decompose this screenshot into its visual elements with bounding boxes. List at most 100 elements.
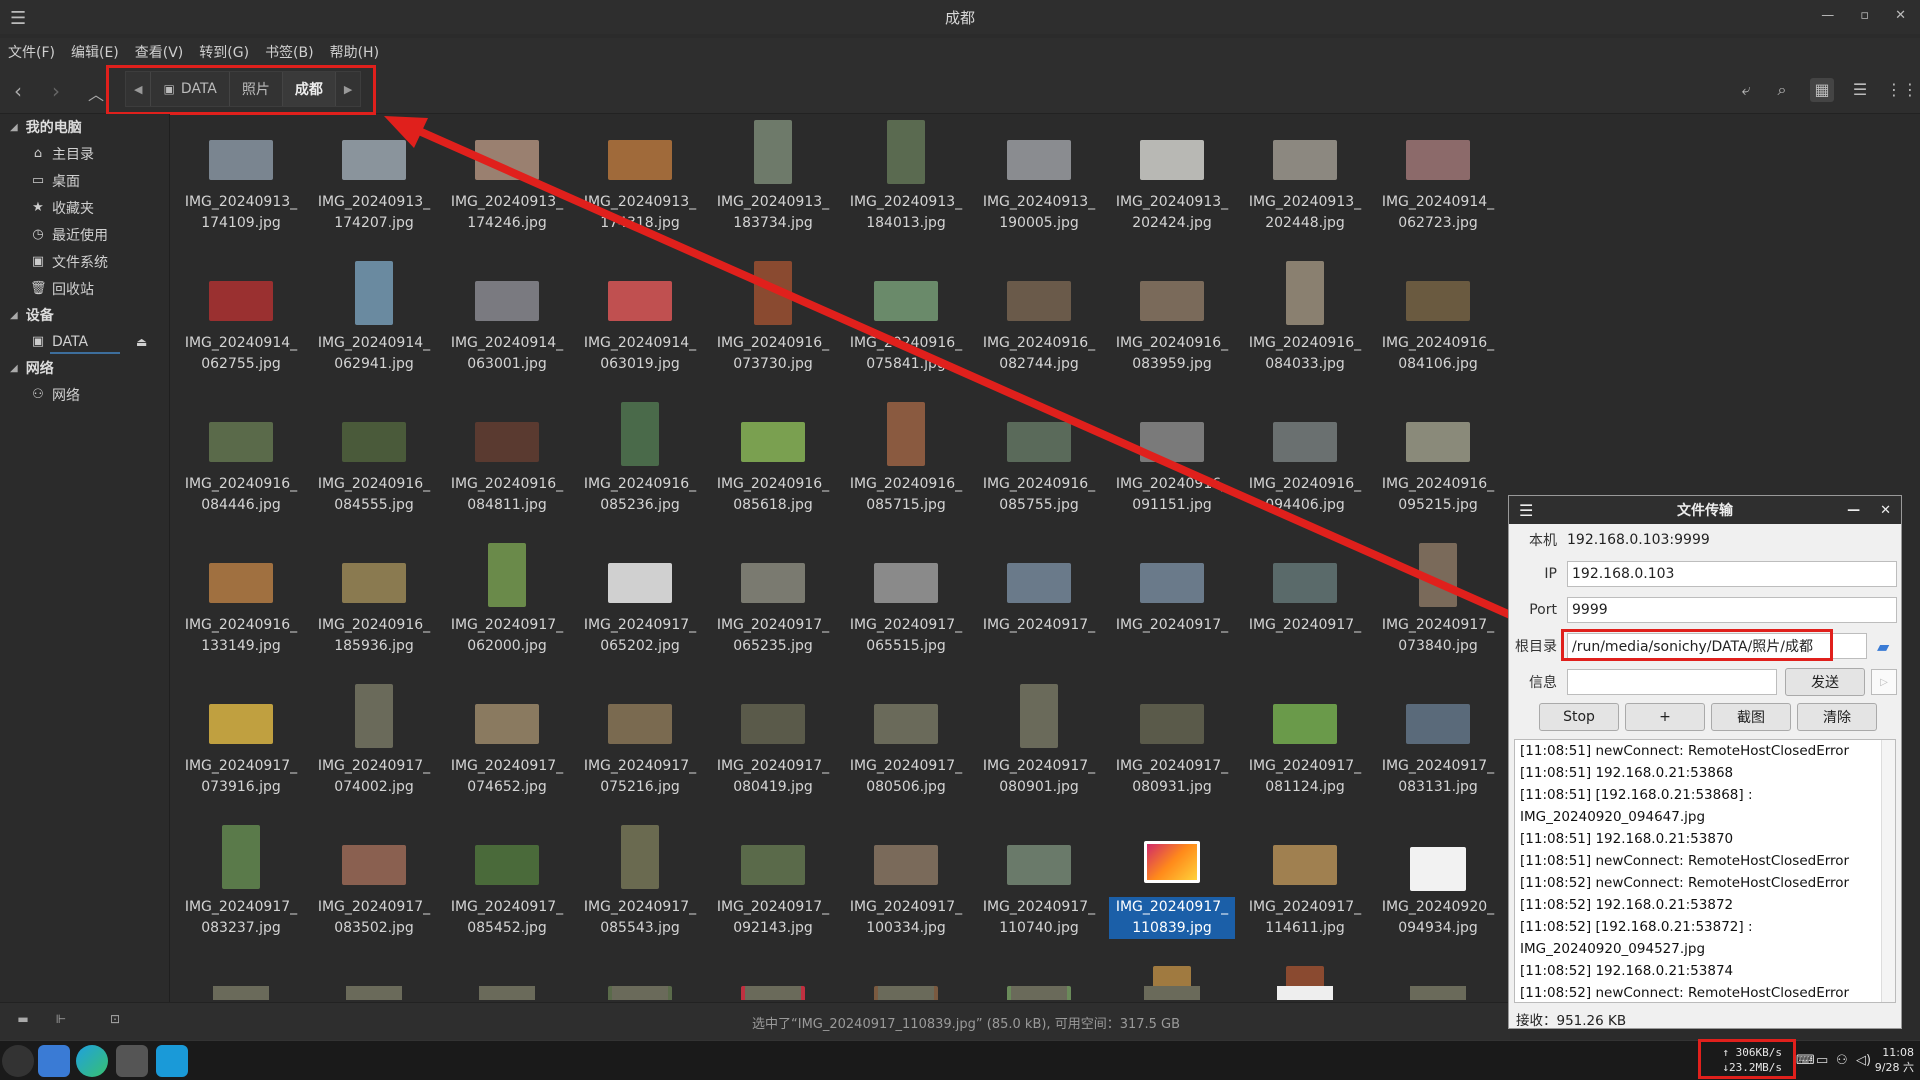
file-item[interactable]: IMG_20240917_ 081124.jpg: [1242, 678, 1368, 814]
file-item[interactable]: IMG_20240917_: [1109, 537, 1235, 673]
clock[interactable]: 11:08 9/28 六: [1875, 1045, 1914, 1075]
menu-help[interactable]: 帮助(H): [330, 42, 379, 62]
play-icon[interactable]: ▷: [1871, 669, 1897, 695]
sidebar-item-filesystem[interactable]: ▣ 文件系统: [0, 248, 169, 275]
file-item[interactable]: IMG_20240914_ 062941.jpg: [311, 255, 437, 391]
file-item[interactable]: IMG_20240917_ 083131.jpg: [1375, 678, 1501, 814]
sort-icon[interactable]: ⤶: [1734, 78, 1758, 102]
icon-view-icon[interactable]: ▦: [1810, 78, 1834, 102]
network-tray-icon[interactable]: ⚇: [1836, 1053, 1848, 1068]
file-item[interactable]: IMG_20240917_ 080419.jpg: [710, 678, 836, 814]
file-item[interactable]: IMG_20240917_ 073916.jpg: [178, 678, 304, 814]
browser-icon[interactable]: [76, 1045, 108, 1077]
file-item[interactable]: IMG_20240916_ 073730.jpg: [710, 255, 836, 391]
file-item[interactable]: IMG_20240916_ 185936.jpg: [311, 537, 437, 673]
start-menu-icon[interactable]: [2, 1045, 34, 1077]
file-item[interactable]: IMG_20240917_ 110839.jpg: [1109, 819, 1235, 955]
file-item[interactable]: IMG_20240917_ 065235.jpg: [710, 537, 836, 673]
folder-icon[interactable]: ▰: [1877, 637, 1889, 656]
file-item[interactable]: IMG_20240914_ 062755.jpg: [178, 255, 304, 391]
file-item[interactable]: IMG_20240913_ 174109.jpg: [178, 114, 304, 250]
compact-view-icon[interactable]: ⋮⋮: [1886, 78, 1918, 102]
file-item[interactable]: IMG_20240917_ 074002.jpg: [311, 678, 437, 814]
eject-icon[interactable]: ⏏: [136, 335, 147, 349]
file-item[interactable]: IMG_20240917_ 080931.jpg: [1109, 678, 1235, 814]
file-item[interactable]: IMG_20240917_ 110740.jpg: [976, 819, 1102, 955]
search-icon[interactable]: ⌕: [1770, 78, 1794, 102]
file-manager-icon[interactable]: [38, 1045, 70, 1077]
sidebar-heading-network[interactable]: ◢ 网络: [0, 355, 169, 381]
breadcrumb-data[interactable]: ▣ DATA: [151, 72, 230, 106]
sidebar-item-trash[interactable]: 🗑 回收站: [0, 275, 169, 302]
file-item[interactable]: IMG_20240916_ 133149.jpg: [178, 537, 304, 673]
scrollbar[interactable]: [1881, 740, 1895, 1002]
file-item[interactable]: IMG_20240916_ 091151.jpg: [1109, 396, 1235, 532]
file-item[interactable]: IMG_20240916_ 095215.jpg: [1375, 396, 1501, 532]
file-item[interactable]: IMG_20240916_ 085236.jpg: [577, 396, 703, 532]
keyboard-icon[interactable]: ⌨: [1796, 1053, 1815, 1068]
close-button[interactable]: ✕: [1895, 8, 1906, 23]
breadcrumb-chengdu[interactable]: 成都: [282, 72, 336, 106]
sidebar-item-favorites[interactable]: ★ 收藏夹: [0, 194, 169, 221]
file-item[interactable]: IMG_20240914_ 063019.jpg: [577, 255, 703, 391]
stop-button[interactable]: Stop: [1539, 703, 1619, 731]
sidebar-item-data[interactable]: ▣ DATA ⏏: [0, 328, 169, 355]
file-item[interactable]: IMG_20240917_ 092143.jpg: [710, 819, 836, 955]
breadcrumb-right-icon[interactable]: ▶: [336, 72, 360, 106]
forward-icon[interactable]: ›: [52, 79, 60, 103]
toggle-panel-icon[interactable]: ⊡: [104, 1012, 126, 1032]
file-item[interactable]: IMG_20240916_ 084446.jpg: [178, 396, 304, 532]
file-item[interactable]: IMG_20240917_ 083502.jpg: [311, 819, 437, 955]
minimize-button[interactable]: —: [1821, 8, 1834, 23]
volume-icon[interactable]: ◁): [1856, 1053, 1871, 1068]
file-item[interactable]: IMG_20240913_ 202424.jpg: [1109, 114, 1235, 250]
file-item[interactable]: IMG_20240917_ 080506.jpg: [843, 678, 969, 814]
sidebar-heading-devices[interactable]: ◢ 设备: [0, 302, 169, 328]
maximize-button[interactable]: ▫: [1860, 8, 1869, 23]
file-item[interactable]: IMG_20240917_ 085452.jpg: [444, 819, 570, 955]
message-input[interactable]: [1567, 669, 1777, 695]
file-item[interactable]: IMG_20240913_ 183734.jpg: [710, 114, 836, 250]
breadcrumb-left-icon[interactable]: ◀: [126, 72, 152, 106]
back-icon[interactable]: ‹: [14, 79, 22, 103]
sidebar-item-desktop[interactable]: ▭ 桌面: [0, 167, 169, 194]
up-icon[interactable]: ︿: [88, 81, 104, 105]
log-output[interactable]: [11:08:51] newConnect: RemoteHostClosedE…: [1514, 739, 1896, 1003]
root-dir-input[interactable]: /run/media/sonichy/DATA/照片/成都: [1567, 633, 1867, 659]
file-item[interactable]: IMG_20240916_ 083959.jpg: [1109, 255, 1235, 391]
file-item[interactable]: IMG_20240917_ 062000.jpg: [444, 537, 570, 673]
screenshot-button[interactable]: 截图: [1711, 703, 1791, 731]
file-item[interactable]: IMG_20240913_ 190005.jpg: [976, 114, 1102, 250]
file-item[interactable]: IMG_20240917_ 074652.jpg: [444, 678, 570, 814]
file-item[interactable]: IMG_20240917_ 065202.jpg: [577, 537, 703, 673]
menu-go[interactable]: 转到(G): [199, 42, 249, 62]
menu-view[interactable]: 查看(V): [135, 42, 184, 62]
file-item[interactable]: IMG_20240917_ 100334.jpg: [843, 819, 969, 955]
sidebar-item-home[interactable]: ⌂ 主目录: [0, 140, 169, 167]
file-item[interactable]: IMG_20240916_ 085755.jpg: [976, 396, 1102, 532]
file-item[interactable]: IMG_20240917_ 075216.jpg: [577, 678, 703, 814]
menu-bookmarks[interactable]: 书签(B): [265, 42, 314, 62]
minimize-button[interactable]: —: [1847, 503, 1860, 518]
file-item[interactable]: IMG_20240914_ 062723.jpg: [1375, 114, 1501, 250]
file-item[interactable]: IMG_20240917_ 080901.jpg: [976, 678, 1102, 814]
file-item[interactable]: IMG_20240916_ 084811.jpg: [444, 396, 570, 532]
file-item[interactable]: IMG_20240916_ 094406.jpg: [1242, 396, 1368, 532]
file-item[interactable]: IMG_20240913_ 184013.jpg: [843, 114, 969, 250]
file-item[interactable]: IMG_20240917_: [976, 537, 1102, 673]
port-input[interactable]: 9999: [1567, 597, 1897, 623]
file-item[interactable]: IMG_20240917_ 073840.jpg: [1375, 537, 1501, 673]
menu-edit[interactable]: 编辑(E): [71, 42, 119, 62]
file-item[interactable]: IMG_20240917_: [1242, 537, 1368, 673]
file-item[interactable]: IMG_20240916_ 084033.jpg: [1242, 255, 1368, 391]
file-item[interactable]: IMG_20240917_ 065515.jpg: [843, 537, 969, 673]
list-view-icon[interactable]: ☰: [1848, 78, 1872, 102]
file-item[interactable]: IMG_20240916_ 085618.jpg: [710, 396, 836, 532]
file-item[interactable]: IMG_20240913_ 174246.jpg: [444, 114, 570, 250]
file-item[interactable]: IMG_20240914_ 063001.jpg: [444, 255, 570, 391]
sidebar-heading-computer[interactable]: ◢ 我的电脑: [0, 114, 169, 140]
file-item[interactable]: IMG_20240917_ 085543.jpg: [577, 819, 703, 955]
file-item[interactable]: IMG_20240913_ 174318.jpg: [577, 114, 703, 250]
file-item[interactable]: IMG_20240916_ 082744.jpg: [976, 255, 1102, 391]
file-item[interactable]: IMG_20240916_ 084555.jpg: [311, 396, 437, 532]
